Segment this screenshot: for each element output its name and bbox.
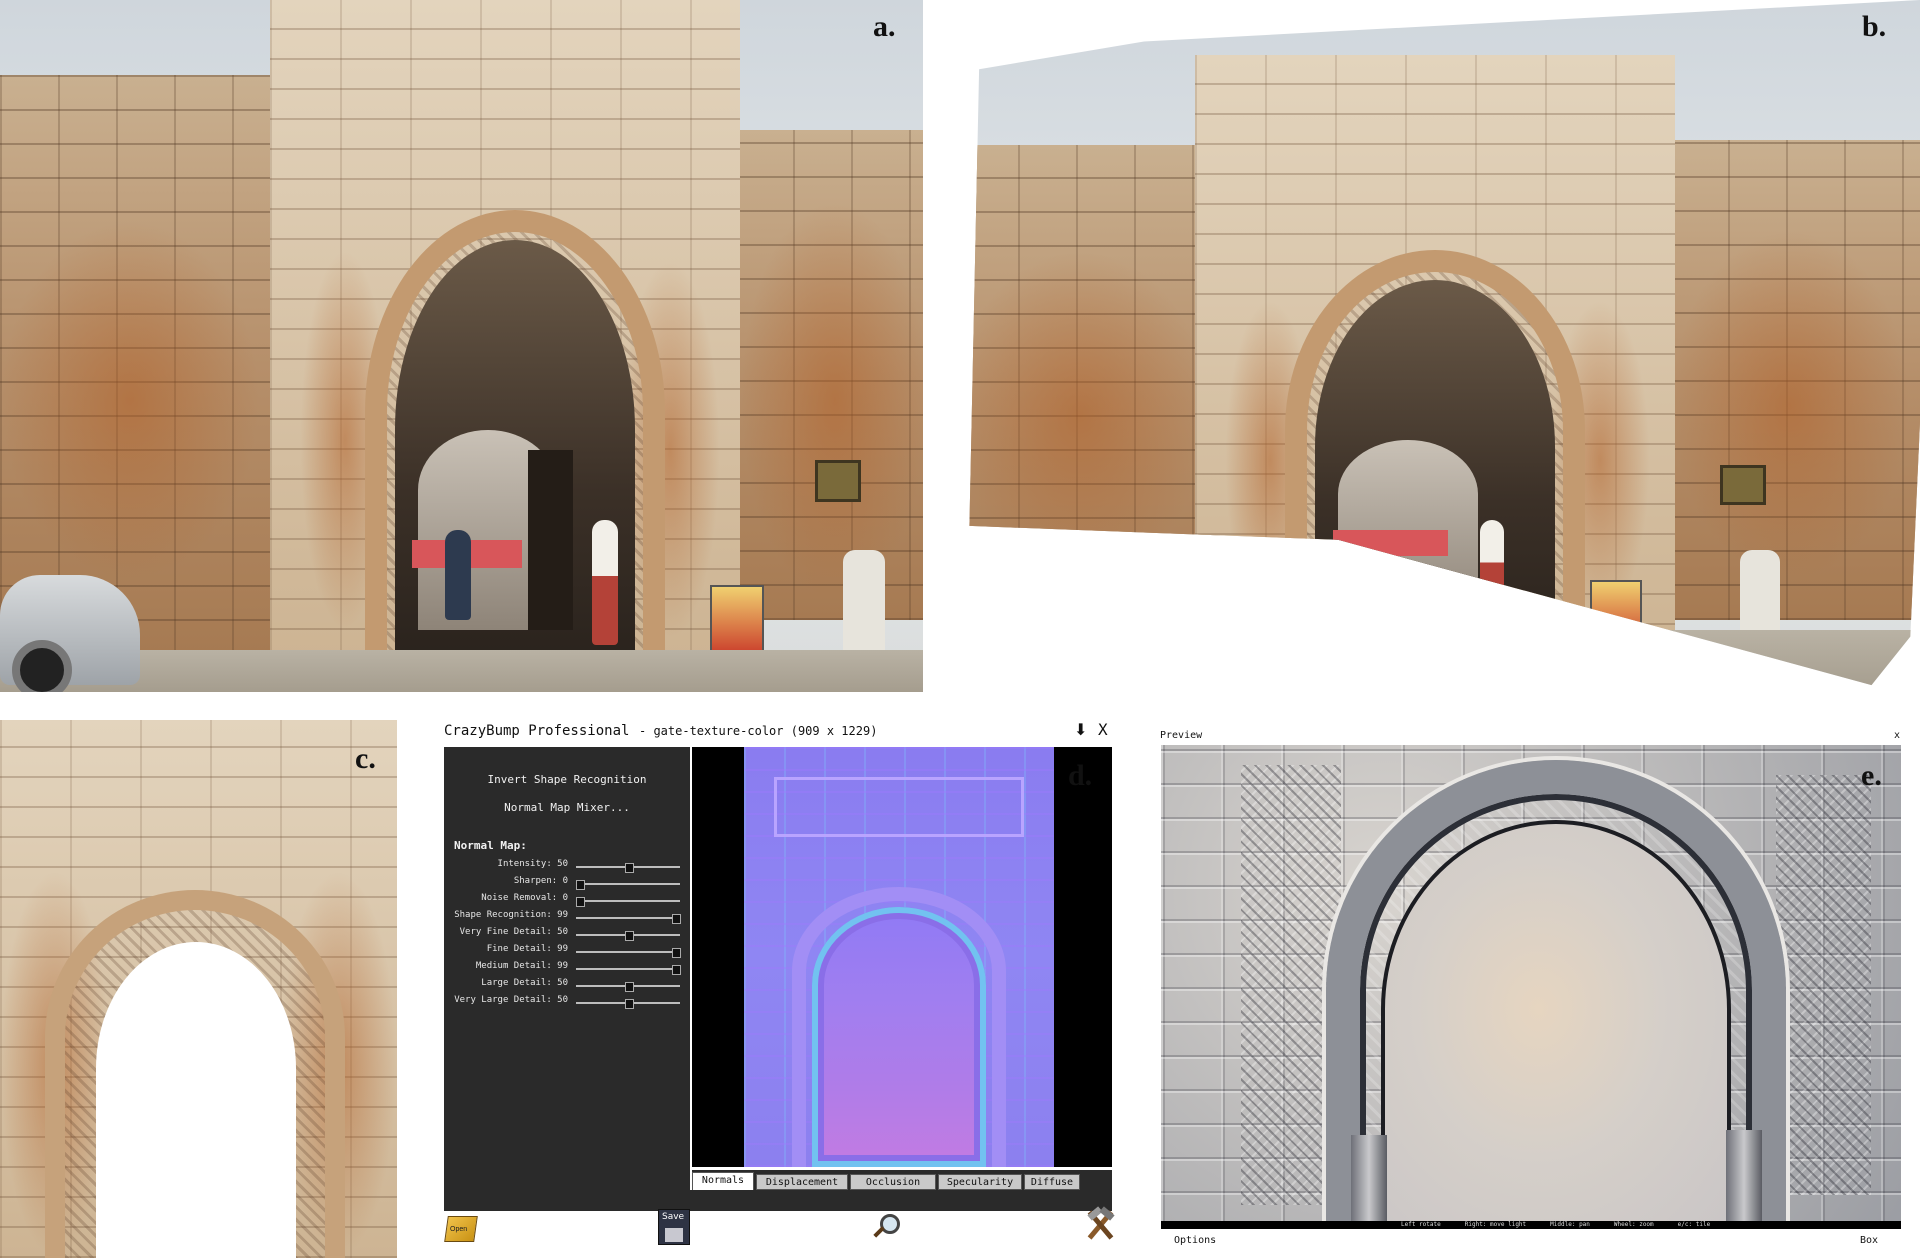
preview-render[interactable]: e.	[1161, 745, 1901, 1229]
download-icon[interactable]: ⬇	[1074, 720, 1087, 740]
person	[445, 530, 471, 620]
floppy-icon: Save	[662, 1212, 685, 1222]
status-hint: Left rotate	[1401, 1221, 1441, 1228]
tab-displacement[interactable]: Displacement	[756, 1174, 848, 1190]
tools-icon[interactable]	[1084, 1206, 1116, 1242]
normal-map-heading: Normal Map:	[454, 839, 527, 852]
save-button[interactable]: Save	[658, 1209, 690, 1245]
slider-label: Shape Recognition: 99	[454, 910, 568, 920]
panel-label-d: d.	[1068, 759, 1093, 792]
panel-label-b: b.	[1862, 10, 1887, 43]
slider-track[interactable]	[576, 968, 680, 970]
plaque	[815, 460, 861, 502]
slider-label: Medium Detail: 99	[475, 961, 568, 971]
invert-shape-recognition-button[interactable]: Invert Shape Recognition	[444, 773, 690, 786]
slider-row: Intensity: 50	[444, 859, 690, 876]
arch-cutout	[96, 942, 296, 1258]
tab-normals[interactable]: Normals	[692, 1172, 754, 1190]
tab-occlusion[interactable]: Occlusion	[850, 1174, 936, 1190]
slider-label: Large Detail: 50	[481, 978, 568, 988]
status-hint: Middle: pan	[1550, 1221, 1590, 1228]
file-info: - gate-texture-color (909 x 1229)	[639, 724, 878, 738]
photo-original: a.	[0, 0, 923, 692]
person	[592, 520, 618, 645]
slider-track[interactable]	[576, 951, 680, 953]
status-hint: Right: move light	[1464, 1221, 1527, 1228]
slider-row: Very Fine Detail: 50	[444, 927, 690, 944]
slider-row: Noise Removal: 0	[444, 893, 690, 910]
normal-map-arch	[812, 907, 986, 1167]
slider-row: Large Detail: 50	[444, 978, 690, 995]
status-hint: Wheel: zoom	[1613, 1221, 1654, 1228]
signboard	[710, 585, 764, 659]
close-button[interactable]: X	[1098, 720, 1108, 739]
box-button[interactable]: Box	[1860, 1235, 1878, 1246]
slider-row: Shape Recognition: 99	[444, 910, 690, 927]
map-tabs: Normals Displacement Occlusion Specularity D…	[692, 1170, 1112, 1190]
tab-diffuse[interactable]: Diffuse	[1024, 1174, 1080, 1190]
slider-handle[interactable]	[576, 897, 585, 907]
slider-handle[interactable]	[624, 999, 634, 1009]
settings-panel: Invert Shape Recognition Normal Map Mixe…	[444, 747, 690, 1211]
slider-row: Medium Detail: 99	[444, 961, 690, 978]
texture-view: d.	[692, 747, 1112, 1167]
slider-label: Noise Removal: 0	[481, 893, 568, 903]
panel-label-e: e.	[1861, 759, 1882, 792]
magnifier-icon[interactable]	[870, 1212, 900, 1242]
slider-label: Sharpen: 0	[513, 876, 568, 886]
slider-label: Very Fine Detail: 50	[459, 927, 568, 937]
panel-label-c: c.	[355, 742, 376, 775]
open-button[interactable]: Open	[444, 1208, 478, 1244]
slider-row: Fine Detail: 99	[444, 944, 690, 961]
slider-handle[interactable]	[624, 982, 634, 992]
slider-track[interactable]	[576, 900, 680, 902]
preview-status-bar: Left rotate Right: move light Middle: pan W…	[1161, 1221, 1901, 1229]
slider-row: Very Large Detail: 50	[444, 995, 690, 1012]
status-hint: e/c: tile	[1677, 1221, 1711, 1228]
slider-track[interactable]	[576, 883, 680, 885]
slider-track[interactable]	[576, 917, 680, 919]
slider-handle[interactable]	[672, 948, 682, 958]
crazybump-window: CrazyBump Professional - gate-texture-co…	[444, 718, 1116, 1258]
preview-arch-opening	[1381, 820, 1731, 1229]
slider-handle[interactable]	[576, 880, 585, 890]
normal-map-image	[744, 747, 1054, 1167]
slider-handle[interactable]	[624, 931, 634, 941]
preview-title: Preview	[1160, 730, 1203, 741]
options-button[interactable]: Options	[1174, 1235, 1216, 1246]
slider-handle[interactable]	[672, 965, 682, 975]
panel-label-a: a.	[873, 10, 896, 43]
slider-handle[interactable]	[624, 863, 634, 873]
slider-row: Sharpen: 0	[444, 876, 690, 893]
photo-rectified: b.	[969, 0, 1920, 686]
slider-handle[interactable]	[672, 914, 682, 924]
tab-specularity[interactable]: Specularity	[938, 1174, 1022, 1190]
slider-label: Intensity: 50	[497, 859, 568, 869]
preview-window: Preview x e. Left rotate Right: move ligh…	[1160, 728, 1904, 1258]
normal-map-mixer-button[interactable]: Normal Map Mixer...	[444, 801, 690, 814]
slider-label: Fine Detail: 99	[486, 944, 568, 954]
texture-cutout: c.	[0, 720, 397, 1258]
app-title: CrazyBump Professional	[444, 723, 630, 739]
preview-close-button[interactable]: x	[1894, 730, 1900, 741]
slider-label: Very Large Detail: 50	[454, 995, 568, 1005]
